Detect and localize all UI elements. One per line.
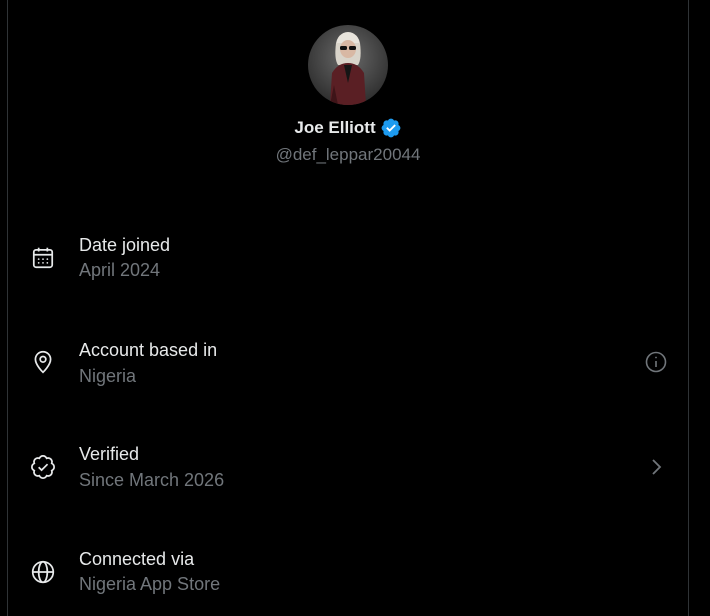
handle[interactable]: @def_leppar20044 bbox=[8, 145, 688, 165]
verified-check-icon bbox=[30, 454, 56, 480]
row-verified[interactable]: Verified Since March 2026 bbox=[8, 427, 688, 507]
row-value-connected-via: Nigeria App Store bbox=[79, 574, 221, 594]
globe-icon bbox=[30, 559, 56, 585]
row-value-verified: Since March 2026 bbox=[79, 470, 225, 490]
row-title-connected-via: Connected via bbox=[79, 549, 195, 569]
row-title-date-joined: Date joined bbox=[79, 235, 171, 255]
row-account-based-in: Account based in Nigeria bbox=[8, 322, 688, 402]
location-pin-icon bbox=[30, 349, 56, 375]
avatar[interactable] bbox=[308, 25, 388, 105]
name-row: Joe Elliott bbox=[8, 117, 688, 139]
info-icon[interactable] bbox=[644, 350, 668, 374]
avatar-image bbox=[308, 25, 388, 105]
row-date-joined: Date joined April 2024 bbox=[8, 218, 688, 298]
display-name[interactable]: Joe Elliott bbox=[294, 118, 375, 138]
row-connected-via: Connected via Nigeria App Store bbox=[8, 532, 688, 612]
about-account-panel: Joe Elliott @def_leppar20044 Date joined… bbox=[7, 0, 689, 616]
chevron-right-icon[interactable] bbox=[644, 455, 668, 479]
row-value-date-joined: April 2024 bbox=[79, 260, 161, 280]
row-title-verified: Verified bbox=[79, 444, 140, 464]
row-title-account-based-in: Account based in bbox=[79, 340, 218, 360]
verified-badge-icon[interactable] bbox=[380, 117, 402, 139]
calendar-icon bbox=[30, 245, 56, 271]
row-value-account-based-in: Nigeria bbox=[79, 366, 137, 386]
